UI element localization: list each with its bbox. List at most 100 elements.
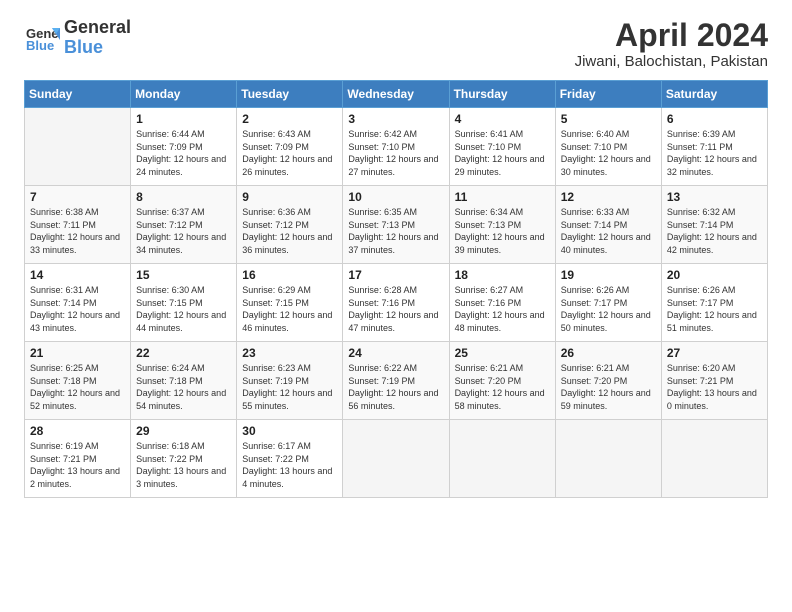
logo-line1: General bbox=[64, 17, 131, 37]
day-number: 19 bbox=[561, 268, 656, 282]
day-number: 28 bbox=[30, 424, 125, 438]
day-number: 6 bbox=[667, 112, 762, 126]
calendar-cell: 16 Sunrise: 6:29 AMSunset: 7:15 PMDayligh… bbox=[237, 264, 343, 342]
svg-text:Blue: Blue bbox=[26, 38, 54, 53]
weekday-header-tuesday: Tuesday bbox=[237, 81, 343, 108]
calendar-cell: 11 Sunrise: 6:34 AMSunset: 7:13 PMDayligh… bbox=[449, 186, 555, 264]
day-number: 15 bbox=[136, 268, 231, 282]
calendar-cell bbox=[661, 420, 767, 498]
day-info: Sunrise: 6:21 AMSunset: 7:20 PMDaylight:… bbox=[561, 362, 656, 412]
calendar-cell: 22Sunrise: 6:24 AMSunset: 7:18 PMDayligh… bbox=[131, 342, 237, 420]
day-number: 25 bbox=[455, 346, 550, 360]
day-info: Sunrise: 6:29 AMSunset: 7:15 PMDaylight:… bbox=[242, 284, 337, 334]
day-number: 4 bbox=[455, 112, 550, 126]
day-info: Sunrise: 6:18 AMSunset: 7:22 PMDaylight:… bbox=[136, 440, 231, 490]
calendar-cell bbox=[449, 420, 555, 498]
day-info: Sunrise: 6:43 AMSunset: 7:09 PMDaylight:… bbox=[242, 128, 337, 178]
day-info: Sunrise: 6:22 AMSunset: 7:19 PMDaylight:… bbox=[348, 362, 443, 412]
calendar-cell: 13 Sunrise: 6:32 AMSunset: 7:14 PMDayligh… bbox=[661, 186, 767, 264]
calendar-cell: 21 Sunrise: 6:25 AMSunset: 7:18 PMDayligh… bbox=[25, 342, 131, 420]
day-number: 5 bbox=[561, 112, 656, 126]
day-number: 30 bbox=[242, 424, 337, 438]
day-number: 26 bbox=[561, 346, 656, 360]
day-number: 22 bbox=[136, 346, 231, 360]
calendar-cell: 19Sunrise: 6:26 AMSunset: 7:17 PMDayligh… bbox=[555, 264, 661, 342]
day-number: 9 bbox=[242, 190, 337, 204]
calendar-cell: 17Sunrise: 6:28 AMSunset: 7:16 PMDayligh… bbox=[343, 264, 449, 342]
header-row: SundayMondayTuesdayWednesdayThursdayFrid… bbox=[25, 81, 768, 108]
day-info: Sunrise: 6:33 AMSunset: 7:14 PMDaylight:… bbox=[561, 206, 656, 256]
calendar-cell: 8Sunrise: 6:37 AMSunset: 7:12 PMDaylight… bbox=[131, 186, 237, 264]
calendar-cell: 2 Sunrise: 6:43 AMSunset: 7:09 PMDaylight… bbox=[237, 108, 343, 186]
logo-text: General Blue bbox=[64, 18, 131, 58]
weekday-header-thursday: Thursday bbox=[449, 81, 555, 108]
weekday-header-wednesday: Wednesday bbox=[343, 81, 449, 108]
day-info: Sunrise: 6:25 AMSunset: 7:18 PMDaylight:… bbox=[30, 362, 125, 412]
title-block: April 2024 Jiwani, Balochistan, Pakistan bbox=[575, 18, 768, 70]
logo-icon: General Blue bbox=[24, 20, 60, 56]
day-info: Sunrise: 6:44 AMSunset: 7:09 PMDaylight:… bbox=[136, 128, 231, 178]
calendar-cell: 12 Sunrise: 6:33 AMSunset: 7:14 PMDayligh… bbox=[555, 186, 661, 264]
day-number: 17 bbox=[348, 268, 443, 282]
calendar-cell: 24 Sunrise: 6:22 AMSunset: 7:19 PMDayligh… bbox=[343, 342, 449, 420]
header: General Blue General Blue April 2024 Jiw… bbox=[24, 18, 768, 70]
calendar-cell: 7Sunrise: 6:38 AMSunset: 7:11 PMDaylight… bbox=[25, 186, 131, 264]
day-info: Sunrise: 6:27 AMSunset: 7:16 PMDaylight:… bbox=[455, 284, 550, 334]
calendar-cell: 9Sunrise: 6:36 AMSunset: 7:12 PMDaylight… bbox=[237, 186, 343, 264]
day-info: Sunrise: 6:30 AMSunset: 7:15 PMDaylight:… bbox=[136, 284, 231, 334]
calendar-cell: 10Sunrise: 6:35 AMSunset: 7:13 PMDayligh… bbox=[343, 186, 449, 264]
logo-line2: Blue bbox=[64, 37, 103, 57]
calendar-cell: 3 Sunrise: 6:42 AMSunset: 7:10 PMDaylight… bbox=[343, 108, 449, 186]
day-number: 12 bbox=[561, 190, 656, 204]
day-number: 20 bbox=[667, 268, 762, 282]
day-info: Sunrise: 6:31 AMSunset: 7:14 PMDaylight:… bbox=[30, 284, 125, 334]
day-info: Sunrise: 6:34 AMSunset: 7:13 PMDaylight:… bbox=[455, 206, 550, 256]
weekday-header-monday: Monday bbox=[131, 81, 237, 108]
calendar-cell: 29 Sunrise: 6:18 AMSunset: 7:22 PMDayligh… bbox=[131, 420, 237, 498]
week-row-3: 14Sunrise: 6:31 AMSunset: 7:14 PMDayligh… bbox=[25, 264, 768, 342]
day-info: Sunrise: 6:42 AMSunset: 7:10 PMDaylight:… bbox=[348, 128, 443, 178]
day-number: 27 bbox=[667, 346, 762, 360]
day-number: 23 bbox=[242, 346, 337, 360]
day-info: Sunrise: 6:21 AMSunset: 7:20 PMDaylight:… bbox=[455, 362, 550, 412]
calendar-cell: 18 Sunrise: 6:27 AMSunset: 7:16 PMDayligh… bbox=[449, 264, 555, 342]
calendar-cell: 20 Sunrise: 6:26 AMSunset: 7:17 PMDayligh… bbox=[661, 264, 767, 342]
calendar-cell: 28Sunrise: 6:19 AMSunset: 7:21 PMDayligh… bbox=[25, 420, 131, 498]
month-title: April 2024 bbox=[575, 18, 768, 53]
calendar-cell: 4 Sunrise: 6:41 AMSunset: 7:10 PMDaylight… bbox=[449, 108, 555, 186]
day-number: 2 bbox=[242, 112, 337, 126]
calendar-cell: 27 Sunrise: 6:20 AMSunset: 7:21 PMDayligh… bbox=[661, 342, 767, 420]
day-info: Sunrise: 6:20 AMSunset: 7:21 PMDaylight:… bbox=[667, 362, 762, 412]
day-info: Sunrise: 6:32 AMSunset: 7:14 PMDaylight:… bbox=[667, 206, 762, 256]
page: General Blue General Blue April 2024 Jiw… bbox=[0, 0, 792, 510]
day-number: 10 bbox=[348, 190, 443, 204]
day-number: 1 bbox=[136, 112, 231, 126]
calendar-cell: 26 Sunrise: 6:21 AMSunset: 7:20 PMDayligh… bbox=[555, 342, 661, 420]
calendar-cell: 6 Sunrise: 6:39 AMSunset: 7:11 PMDaylight… bbox=[661, 108, 767, 186]
day-number: 16 bbox=[242, 268, 337, 282]
logo: General Blue General Blue bbox=[24, 18, 131, 58]
location: Jiwani, Balochistan, Pakistan bbox=[575, 53, 768, 70]
day-number: 21 bbox=[30, 346, 125, 360]
calendar-cell bbox=[555, 420, 661, 498]
day-info: Sunrise: 6:38 AMSunset: 7:11 PMDaylight:… bbox=[30, 206, 125, 256]
day-info: Sunrise: 6:23 AMSunset: 7:19 PMDaylight:… bbox=[242, 362, 337, 412]
day-info: Sunrise: 6:40 AMSunset: 7:10 PMDaylight:… bbox=[561, 128, 656, 178]
week-row-5: 28Sunrise: 6:19 AMSunset: 7:21 PMDayligh… bbox=[25, 420, 768, 498]
day-number: 24 bbox=[348, 346, 443, 360]
calendar-table: SundayMondayTuesdayWednesdayThursdayFrid… bbox=[24, 80, 768, 498]
week-row-4: 21 Sunrise: 6:25 AMSunset: 7:18 PMDayligh… bbox=[25, 342, 768, 420]
weekday-header-saturday: Saturday bbox=[661, 81, 767, 108]
day-number: 18 bbox=[455, 268, 550, 282]
day-number: 13 bbox=[667, 190, 762, 204]
day-info: Sunrise: 6:39 AMSunset: 7:11 PMDaylight:… bbox=[667, 128, 762, 178]
calendar-cell: 1 Sunrise: 6:44 AMSunset: 7:09 PMDaylight… bbox=[131, 108, 237, 186]
calendar-cell bbox=[25, 108, 131, 186]
day-number: 3 bbox=[348, 112, 443, 126]
day-info: Sunrise: 6:26 AMSunset: 7:17 PMDaylight:… bbox=[667, 284, 762, 334]
day-number: 11 bbox=[455, 190, 550, 204]
day-number: 29 bbox=[136, 424, 231, 438]
day-info: Sunrise: 6:17 AMSunset: 7:22 PMDaylight:… bbox=[242, 440, 337, 490]
day-info: Sunrise: 6:41 AMSunset: 7:10 PMDaylight:… bbox=[455, 128, 550, 178]
calendar-cell: 15 Sunrise: 6:30 AMSunset: 7:15 PMDayligh… bbox=[131, 264, 237, 342]
